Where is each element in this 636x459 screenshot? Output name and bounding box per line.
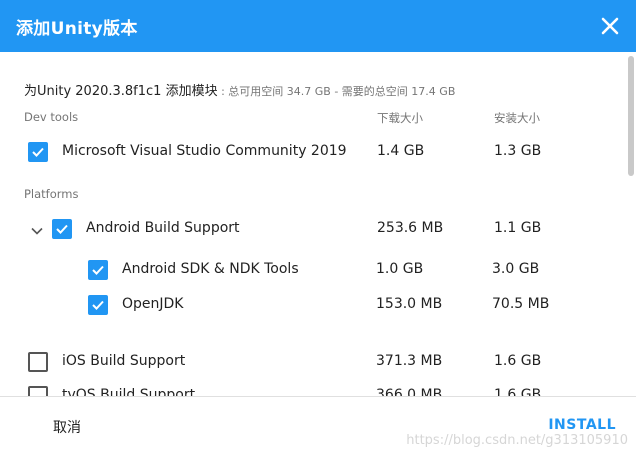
install-size: 70.5 MB xyxy=(492,296,550,312)
version-subtitle: 为Unity 2020.3.8f1c1 添加模块 : 总可用空间 34.7 GB… xyxy=(24,80,455,99)
download-size: 253.6 MB xyxy=(377,220,444,236)
module-row-tvos: tvOS Build Support 366.0 MB 1.6 GB xyxy=(0,382,620,396)
checkbox-tvos[interactable] xyxy=(28,386,48,396)
space-info: : 总可用空间 34.7 GB - 需要的总空间 17.4 GB xyxy=(217,85,456,98)
download-size: 1.4 GB xyxy=(377,143,425,159)
install-button[interactable]: INSTALL xyxy=(548,417,616,433)
checkbox-openjdk[interactable] xyxy=(88,295,108,315)
dialog-header: 添加Unity版本 xyxy=(0,0,636,52)
vertical-scrollbar[interactable] xyxy=(628,56,634,176)
chevron-down-icon[interactable] xyxy=(30,223,44,237)
dialog-footer: 取消 INSTALL https://blog.csdn.net/g313105… xyxy=(0,396,636,459)
module-name: tvOS Build Support xyxy=(62,387,196,396)
module-list[interactable]: 为Unity 2020.3.8f1c1 添加模块 : 总可用空间 34.7 GB… xyxy=(0,52,636,396)
download-size: 366.0 MB xyxy=(376,387,443,396)
column-install-size: 安装大小 xyxy=(494,111,540,125)
module-name: Android SDK & NDK Tools xyxy=(122,261,299,277)
install-size: 1.6 GB xyxy=(494,353,542,369)
install-size: 3.0 GB xyxy=(492,261,540,277)
install-size: 1.6 GB xyxy=(494,387,542,396)
watermark-text: https://blog.csdn.net/g313105910 xyxy=(406,433,628,448)
module-row-ios: iOS Build Support 371.3 MB 1.6 GB xyxy=(0,348,620,376)
module-name: iOS Build Support xyxy=(62,353,186,369)
checkbox-visual-studio[interactable] xyxy=(28,142,48,162)
checkbox-android-sdk-ndk[interactable] xyxy=(88,260,108,280)
dialog-title: 添加Unity版本 xyxy=(16,19,138,39)
close-icon[interactable] xyxy=(598,14,622,38)
module-name: Microsoft Visual Studio Community 2019 xyxy=(62,143,347,159)
download-size: 1.0 GB xyxy=(376,261,424,277)
module-row-android-sdk-ndk: Android SDK & NDK Tools 1.0 GB 3.0 GB xyxy=(0,256,620,284)
module-name: OpenJDK xyxy=(122,296,184,312)
module-row-android: Android Build Support 253.6 MB 1.1 GB xyxy=(0,215,620,243)
download-size: 371.3 MB xyxy=(376,353,443,369)
section-platforms: Platforms xyxy=(24,187,79,201)
checkbox-android[interactable] xyxy=(52,219,72,239)
module-row-openjdk: OpenJDK 153.0 MB 70.5 MB xyxy=(0,291,620,319)
section-dev-tools: Dev tools xyxy=(24,110,79,124)
install-size: 1.1 GB xyxy=(494,220,542,236)
download-size: 153.0 MB xyxy=(376,296,443,312)
column-download-size: 下载大小 xyxy=(377,111,423,125)
cancel-button[interactable]: 取消 xyxy=(53,417,81,437)
module-row-visual-studio: Microsoft Visual Studio Community 2019 1… xyxy=(0,138,620,166)
module-name: Android Build Support xyxy=(86,220,240,236)
checkbox-ios[interactable] xyxy=(28,352,48,372)
subtitle-text: 为Unity 2020.3.8f1c1 添加模块 xyxy=(24,84,218,99)
install-size: 1.3 GB xyxy=(494,143,542,159)
